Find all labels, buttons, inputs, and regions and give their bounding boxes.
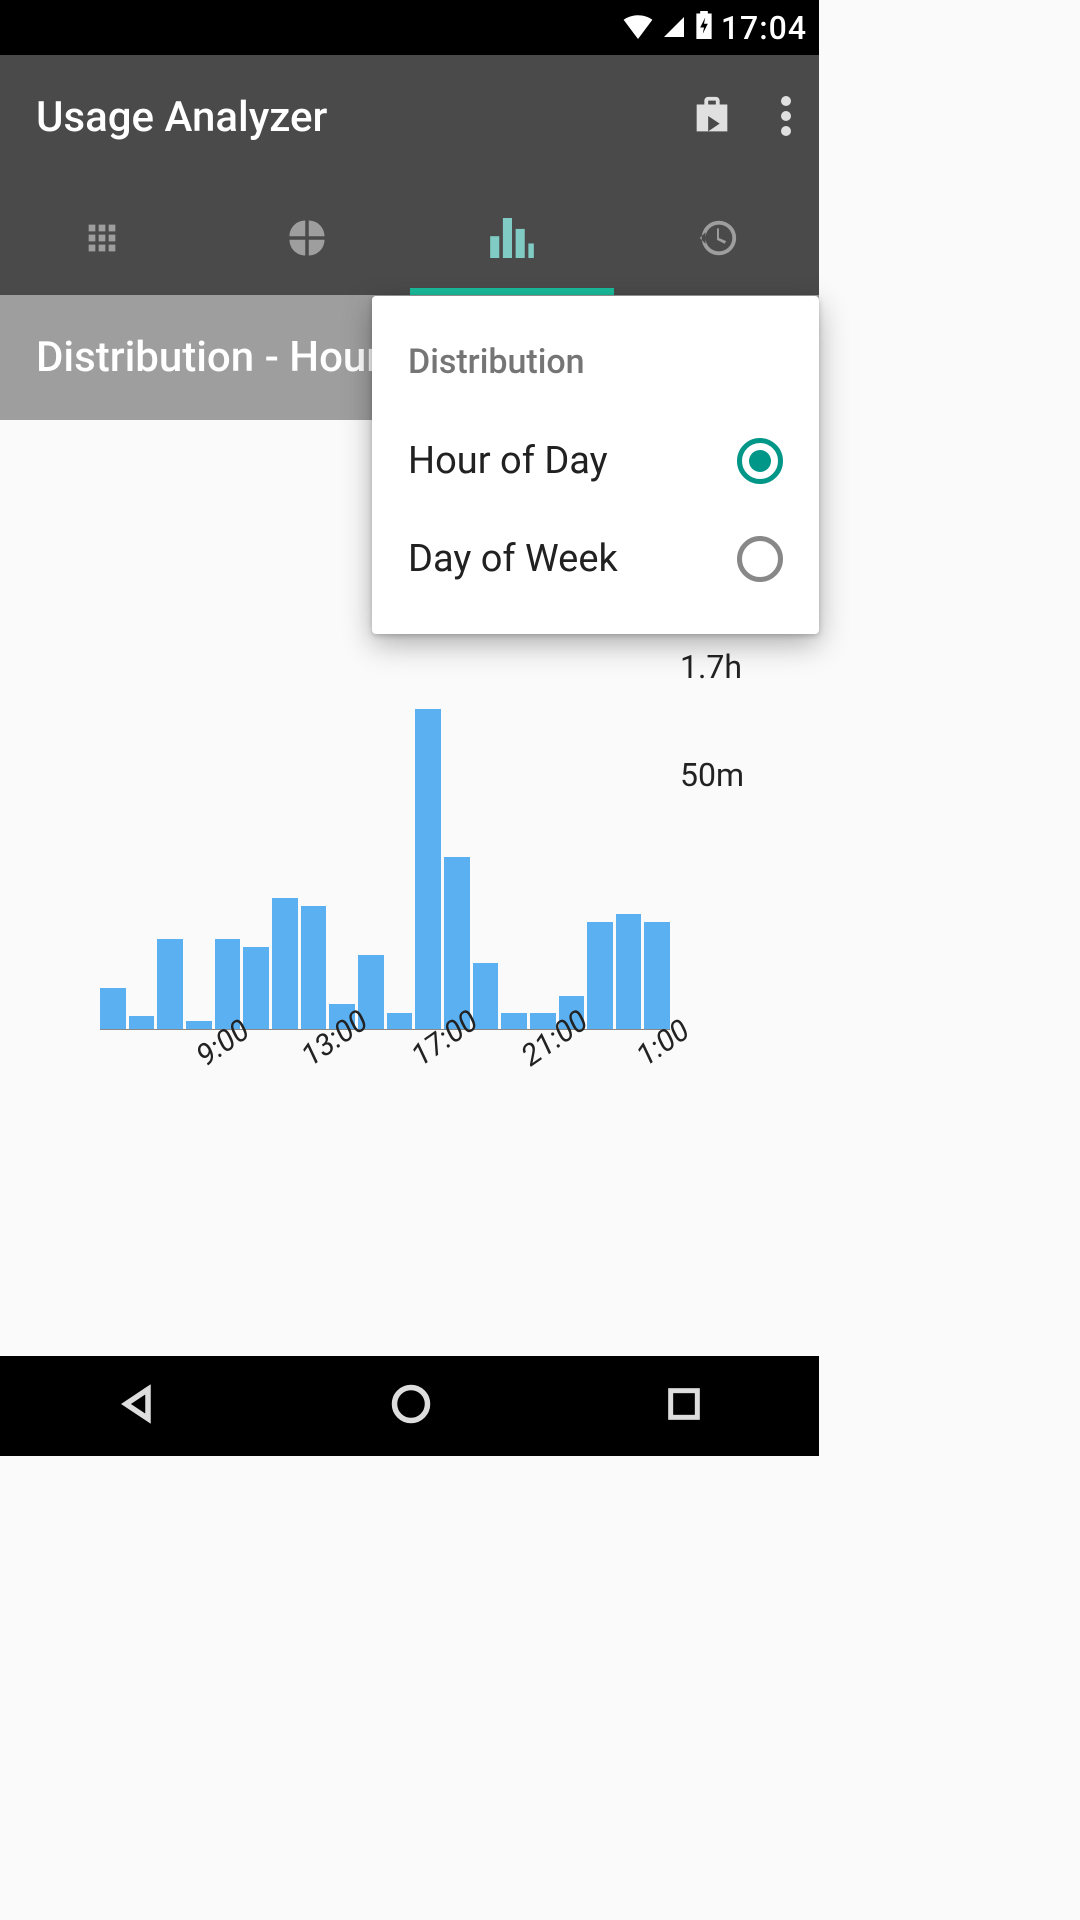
app-bar-actions bbox=[687, 93, 791, 143]
app-title: Usage Analyzer bbox=[36, 93, 687, 142]
y-label: 1.7h bbox=[680, 648, 742, 686]
radio-unselected-icon bbox=[737, 536, 783, 582]
nav-back-icon[interactable] bbox=[115, 1382, 159, 1430]
battery-charging-icon bbox=[695, 9, 713, 47]
popup-option-label: Hour of Day bbox=[408, 439, 608, 483]
bar bbox=[129, 1016, 155, 1029]
bar bbox=[587, 922, 613, 1029]
android-nav-bar bbox=[0, 1356, 819, 1456]
bar bbox=[444, 857, 470, 1029]
bar bbox=[157, 939, 183, 1029]
popup-title: Distribution bbox=[372, 322, 819, 412]
bar bbox=[387, 1013, 413, 1029]
bar bbox=[473, 963, 499, 1029]
bar bbox=[616, 914, 642, 1029]
distribution-popup: Distribution Hour of Day Day of Week bbox=[372, 296, 819, 634]
nav-recent-icon[interactable] bbox=[664, 1384, 704, 1428]
bar bbox=[501, 1013, 527, 1029]
bar bbox=[644, 922, 670, 1029]
bar bbox=[243, 947, 269, 1029]
bar bbox=[100, 988, 126, 1029]
popup-option-label: Day of Week bbox=[408, 537, 618, 581]
nav-home-icon[interactable] bbox=[389, 1382, 433, 1430]
status-bar: 17:04 bbox=[0, 0, 819, 55]
bar bbox=[272, 898, 298, 1029]
bar bbox=[186, 1021, 212, 1029]
radio-selected-icon bbox=[737, 438, 783, 484]
tab-pie[interactable] bbox=[205, 180, 410, 295]
cell-signal-icon bbox=[661, 9, 687, 47]
bar bbox=[301, 906, 327, 1029]
tab-history[interactable] bbox=[614, 180, 819, 295]
popup-option-day-of-week[interactable]: Day of Week bbox=[372, 510, 819, 608]
popup-option-hour-of-day[interactable]: Hour of Day bbox=[372, 412, 819, 510]
screen: 17:04 Usage Analyzer bbox=[0, 0, 819, 1456]
wifi-icon bbox=[623, 9, 653, 47]
x-axis-labels: 9:00 13:00 17:00 21:00 1:00 bbox=[100, 1045, 670, 1125]
status-clock: 17:04 bbox=[721, 9, 807, 47]
app-bar-top: Usage Analyzer bbox=[0, 55, 819, 180]
tabs bbox=[0, 180, 819, 295]
y-label: 50m bbox=[680, 756, 744, 794]
tab-apps[interactable] bbox=[0, 180, 205, 295]
bar bbox=[415, 709, 441, 1029]
app-bar: Usage Analyzer bbox=[0, 55, 819, 295]
tab-bars[interactable] bbox=[410, 180, 615, 295]
store-icon[interactable] bbox=[687, 93, 737, 143]
overflow-menu-icon[interactable] bbox=[781, 95, 791, 141]
